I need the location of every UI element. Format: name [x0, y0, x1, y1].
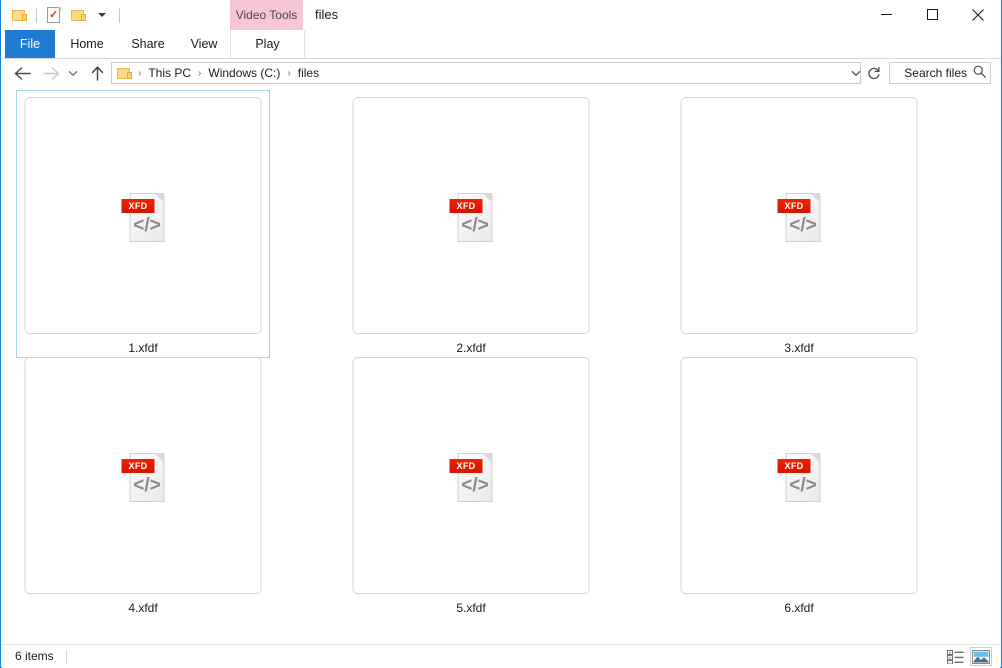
window-title: files: [315, 7, 339, 22]
code-glyph-6: </>: [789, 474, 817, 496]
file-thumbnail-2: XFD </>: [352, 97, 590, 334]
view-mode-buttons: [945, 647, 992, 666]
file-tile-3[interactable]: XFD </> 3.xfdf: [672, 90, 926, 358]
file-thumbnail-3: XFD </>: [680, 97, 918, 334]
code-glyph-4: </>: [133, 474, 161, 496]
breadcrumb-item-files[interactable]: files: [295, 66, 322, 80]
file-tile-5[interactable]: XFD </> 5.xfdf: [344, 350, 598, 618]
file-label-5: 5.xfdf: [456, 601, 486, 615]
file-thumbnail-5: XFD </>: [352, 357, 590, 594]
xfd-badge-4: XFD: [121, 459, 155, 473]
breadcrumb-folder-icon[interactable]: [117, 67, 132, 80]
caption-buttons: [863, 0, 1001, 29]
title-bar: ✓ Video Tools files: [1, 0, 1001, 30]
folder-icon[interactable]: [8, 4, 30, 26]
status-bar: 6 items: [2, 644, 1000, 668]
address-bar-row: › This PC › Windows (C:) › files Search …: [1, 59, 1001, 87]
file-tile-4[interactable]: XFD </> 4.xfdf: [16, 350, 270, 618]
xfd-badge-3: XFD: [777, 199, 811, 213]
file-explorer-window: ✓ Video Tools files File Home Share View…: [0, 0, 1002, 668]
breadcrumb-item-this-pc[interactable]: This PC: [145, 66, 194, 80]
xfd-badge-6: XFD: [777, 459, 811, 473]
folder-glyph: [11, 9, 27, 22]
tab-home[interactable]: Home: [59, 30, 115, 58]
xfd-file-icon: XFD </>: [777, 189, 821, 242]
search-placeholder: Search files: [904, 66, 967, 80]
chevron-down-glyph: [98, 13, 106, 17]
status-separator: [66, 650, 67, 663]
file-tile-6[interactable]: XFD </> 6.xfdf: [672, 350, 926, 618]
document-check-glyph: ✓: [47, 7, 61, 23]
breadcrumb[interactable]: › This PC › Windows (C:) › files: [111, 62, 861, 84]
back-button[interactable]: [9, 59, 35, 87]
file-list-pane[interactable]: XFD </> 1.xfdf XFD </> 2.xfdf XFD </> 3.…: [2, 88, 1000, 643]
code-glyph-5: </>: [461, 474, 489, 496]
xfd-file-icon: XFD </>: [121, 449, 165, 502]
file-tile-1[interactable]: XFD </> 1.xfdf: [16, 90, 270, 358]
file-thumbnail-6: XFD </>: [680, 357, 918, 594]
tab-share[interactable]: Share: [119, 30, 177, 58]
xfd-file-icon: XFD </>: [449, 449, 493, 502]
code-glyph-1: </>: [133, 214, 161, 236]
minimize-button[interactable]: [863, 0, 909, 29]
breadcrumb-separator-0: ›: [138, 67, 142, 79]
maximize-button[interactable]: [909, 0, 955, 29]
xfd-file-icon: XFD </>: [121, 189, 165, 242]
tab-view[interactable]: View: [179, 30, 229, 58]
xfd-badge-1: XFD: [121, 199, 155, 213]
folder-glyph-2: [70, 9, 86, 22]
qat-separator-2: [119, 7, 120, 23]
code-glyph-3: </>: [789, 214, 817, 236]
forward-button: [38, 59, 64, 87]
file-thumbnail-4: XFD </>: [24, 357, 262, 594]
large-icons-view-button[interactable]: [970, 647, 992, 666]
properties-icon[interactable]: ✓: [43, 4, 65, 26]
file-tile-2[interactable]: XFD </> 2.xfdf: [344, 90, 598, 358]
refresh-button[interactable]: [863, 62, 885, 84]
ribbon-tab-strip: File Home Share View Play ?: [1, 30, 1001, 79]
file-thumbnail-1: XFD </>: [24, 97, 262, 334]
new-folder-icon[interactable]: [67, 4, 89, 26]
breadcrumb-item-windows-c[interactable]: Windows (C:): [205, 66, 283, 80]
xfd-file-icon: XFD </>: [449, 189, 493, 242]
status-item-count: 6 items: [15, 649, 54, 663]
file-label-4: 4.xfdf: [128, 601, 158, 615]
details-view-button[interactable]: [945, 647, 967, 666]
xfd-badge-5: XFD: [449, 459, 483, 473]
quick-access-toolbar: ✓: [7, 0, 125, 30]
close-button[interactable]: [955, 0, 1001, 29]
tab-file[interactable]: File: [5, 30, 55, 58]
qat-separator-1: [36, 7, 37, 23]
up-button[interactable]: [84, 59, 110, 87]
breadcrumb-separator-2: ›: [287, 67, 291, 79]
file-label-6: 6.xfdf: [784, 601, 814, 615]
contextual-tool-group-header: Video Tools: [230, 0, 303, 30]
xfd-file-icon: XFD </>: [777, 449, 821, 502]
tab-play[interactable]: Play: [230, 30, 305, 58]
tool-group-label: Video Tools: [235, 8, 298, 22]
customize-dropdown-icon[interactable]: [91, 4, 113, 26]
search-icon: [973, 65, 986, 81]
xfd-badge-2: XFD: [449, 199, 483, 213]
search-input[interactable]: Search files: [889, 62, 991, 84]
code-glyph-2: </>: [461, 214, 489, 236]
breadcrumb-separator-1: ›: [198, 67, 202, 79]
recent-locations-button[interactable]: [63, 59, 83, 87]
